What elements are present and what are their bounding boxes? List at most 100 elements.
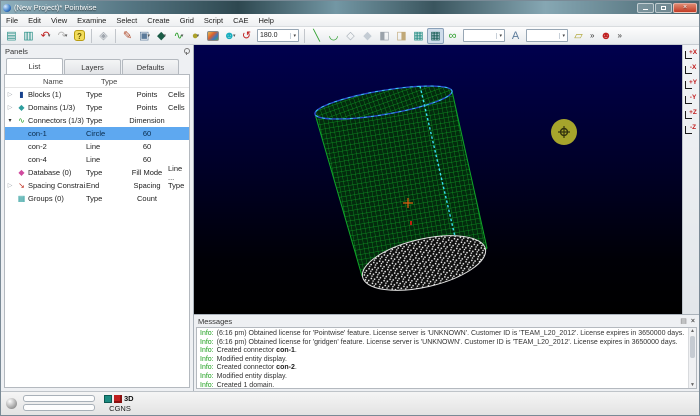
menu-script[interactable]: Script (199, 14, 228, 26)
menu-help[interactable]: Help (253, 14, 278, 26)
menu-cae[interactable]: CAE (228, 14, 253, 26)
save-icon[interactable]: ▤ (3, 28, 20, 44)
minimize-button[interactable] (637, 3, 654, 13)
view-minus-z-button[interactable]: -Z (684, 122, 698, 135)
tree-row-domains-1-3[interactable]: ▷◆Domains (1/3)TypePointsCells (5, 101, 189, 114)
connector-link-icon[interactable]: ∞ (444, 28, 461, 44)
menu-file[interactable]: File (1, 14, 23, 26)
render-ball-icon[interactable]: ●▾ (187, 28, 204, 44)
image-icon (207, 31, 219, 41)
dropdown-caret[interactable]: ▾ (181, 33, 184, 39)
entity-col3: 60 (126, 129, 168, 138)
blocks-icon: ▮ (15, 88, 28, 101)
paintbrush-icon[interactable]: ✎ (119, 28, 136, 44)
solid-icon: ◆ (363, 28, 371, 44)
surface-icon: ◇ (346, 28, 354, 44)
grid-type-combo[interactable]: ▾ (463, 29, 505, 42)
panel-tabs: ListLayersDefaults (1, 58, 193, 74)
pin-icon[interactable] (182, 48, 189, 55)
close-button[interactable]: × (673, 3, 697, 13)
menu-view[interactable]: View (46, 14, 72, 26)
dimension-label-icon[interactable]: A (507, 28, 524, 44)
unstructured-grid-icon[interactable]: ▦ (427, 28, 444, 44)
view-plusminus-x-button[interactable]: +X (684, 47, 698, 60)
print-icon[interactable]: ▤ (680, 317, 687, 325)
message-line: Info:Modified entity display. (200, 373, 685, 382)
menu-examine[interactable]: Examine (72, 14, 111, 26)
dropdown-caret[interactable]: ▾ (65, 33, 68, 39)
revolve-icon[interactable]: ◨ (393, 28, 410, 44)
view-minus-x-button[interactable]: -X (684, 62, 698, 75)
mask-cyan-icon[interactable]: ☻▾ (221, 28, 238, 44)
dropdown-caret[interactable]: ▾ (147, 33, 150, 39)
axis-label: +X (689, 49, 697, 56)
tree-rows: ▷▮Blocks (1)TypePointsCells▷◆Domains (1/… (5, 88, 189, 205)
extrude-icon[interactable]: ◧ (376, 28, 393, 44)
create-line-icon[interactable]: ╲ (308, 28, 325, 44)
shaded-entity-icon[interactable]: ◆▾ (153, 28, 170, 44)
menu-edit[interactable]: Edit (23, 14, 46, 26)
surface-icon[interactable]: ◇ (342, 28, 359, 44)
light-source-icon[interactable]: ◈ (95, 28, 112, 44)
tree-row-con-4[interactable]: con-4Line60 (5, 153, 189, 166)
undo-icon[interactable]: ↶▾ (37, 28, 54, 44)
create-curve-icon[interactable]: ◡ (325, 28, 342, 44)
menu-select[interactable]: Select (111, 14, 142, 26)
view-minus-y-button[interactable]: -Y (684, 92, 698, 105)
dimension-combo[interactable]: ▾ (526, 29, 568, 42)
expander-icon[interactable]: ▷ (5, 182, 15, 189)
structured-grid-icon[interactable]: ▦ (410, 28, 427, 44)
redo-icon[interactable]: ↷▾ (54, 28, 71, 44)
tree-row-blocks-1[interactable]: ▷▮Blocks (1)TypePointsCells (5, 88, 189, 101)
expander-icon[interactable]: ▾ (5, 117, 15, 124)
toolbar-overflow-chevron-2[interactable]: » (614, 31, 624, 40)
database-icon: ◆ (15, 166, 28, 179)
spline-icon[interactable]: ∿▾ (170, 28, 187, 44)
tab-defaults[interactable]: Defaults (122, 59, 179, 74)
title-bar[interactable]: (New Project)* Pointwise × (1, 1, 699, 14)
entity-col2: Type (86, 116, 126, 125)
help-icon[interactable]: ? (71, 28, 88, 44)
toolbar-overflow-chevron[interactable]: » (587, 31, 597, 40)
messages-scrollbar[interactable]: ▲ ▼ (688, 328, 696, 388)
create-line-icon: ╲ (313, 28, 320, 44)
rotation-speed-icon[interactable]: ↺ (238, 28, 255, 44)
axis-label: -X (690, 64, 697, 71)
axis-label: +Y (689, 79, 697, 86)
extrude-icon: ◧ (379, 28, 389, 44)
tree-row-groups-0[interactable]: ▦Groups (0)TypeCount (5, 192, 189, 205)
tree-row-spacing-constrai[interactable]: ▷↘Spacing Constrai...EndSpacingType (5, 179, 189, 192)
dropdown-caret[interactable]: ▾ (48, 33, 51, 39)
view-plusminus-z-button[interactable]: +Z (684, 107, 698, 120)
image-icon[interactable] (204, 28, 221, 44)
tree-row-con-2[interactable]: con-2Line60 (5, 140, 189, 153)
layers-icon[interactable]: ▱ (570, 28, 587, 44)
rotation-angle-combo[interactable]: 180.0▾ (257, 29, 299, 42)
tree-row-database-0[interactable]: ◆Database (0)TypeFill ModeLine ... (5, 166, 189, 179)
expander-icon[interactable]: ▷ (5, 91, 15, 98)
wireframe-cube-icon[interactable]: ▣▾ (136, 28, 153, 44)
expander-icon[interactable]: ▷ (5, 104, 15, 111)
maximize-button[interactable] (655, 3, 672, 13)
dropdown-caret[interactable]: ▾ (197, 33, 200, 39)
solid-icon[interactable]: ◆ (359, 28, 376, 44)
dropdown-caret[interactable]: ▾ (233, 33, 236, 39)
mask-red-icon[interactable]: ☻ (597, 28, 614, 44)
view-plusminus-y-button[interactable]: +Y (684, 77, 698, 90)
message-severity: Info: (200, 347, 214, 354)
messages-close-icon[interactable]: × (691, 318, 695, 325)
dropdown-caret[interactable]: ▾ (163, 33, 166, 39)
tree-row-con-1[interactable]: con-1Circle60 (5, 127, 189, 140)
axis-label: -Y (690, 94, 697, 101)
viewport-3d[interactable] (194, 45, 682, 314)
progress-field-2 (23, 404, 95, 411)
menu-create[interactable]: Create (142, 14, 175, 26)
scrollbar-thumb[interactable] (690, 336, 695, 358)
import-icon[interactable]: ▥ (20, 28, 37, 44)
tab-list[interactable]: List (6, 58, 63, 74)
tree-row-connectors-1-3[interactable]: ▾∿Connectors (1/3)TypeDimension (5, 114, 189, 127)
tab-layers[interactable]: Layers (64, 59, 121, 74)
entity-name: con-4 (28, 155, 86, 164)
menu-grid[interactable]: Grid (175, 14, 199, 26)
axis-label: -Z (690, 124, 696, 131)
